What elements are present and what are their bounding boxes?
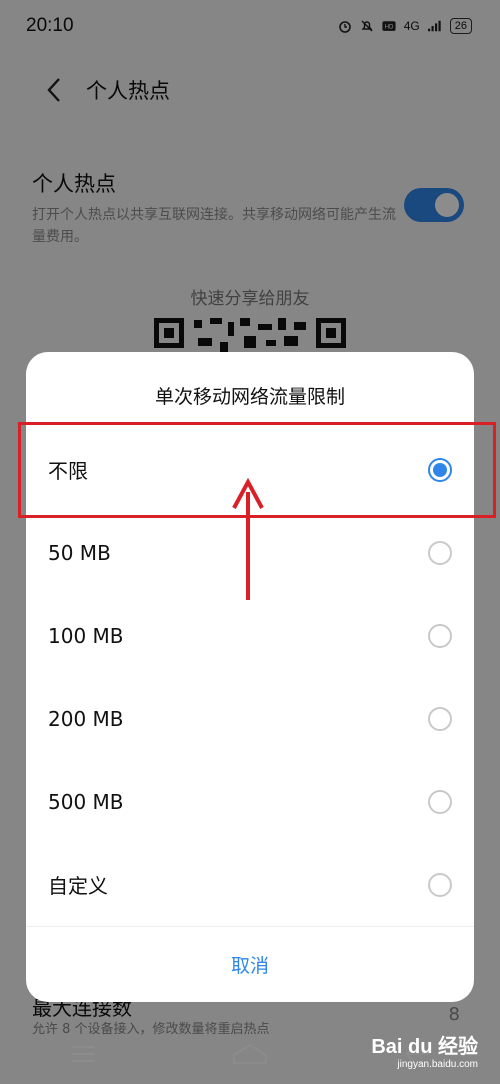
radio-icon[interactable]: [428, 706, 452, 731]
annotation-arrow-icon: [232, 478, 264, 600]
radio-icon[interactable]: [428, 540, 452, 565]
option-500mb[interactable]: 500 MB: [26, 760, 474, 843]
baidu-watermark: Bai du 经验 jingyan.baidu.com: [371, 1030, 478, 1070]
option-label: 100 MB: [48, 623, 124, 648]
option-label: 500 MB: [48, 789, 124, 814]
option-custom[interactable]: 自定义: [26, 843, 474, 926]
dialog-title: 单次移动网络流量限制: [154, 386, 345, 408]
dialog-divider: [26, 926, 474, 927]
radio-icon[interactable]: [428, 872, 452, 897]
hotspot-settings-page: 20:10 HD 4G 26 个人热点 个人热点 打开个人热点以共享互联网连接。…: [0, 0, 500, 1084]
watermark-brand: Bai du 经验: [371, 1036, 478, 1058]
watermark-url: jingyan.baidu.com: [397, 1059, 478, 1070]
radio-icon[interactable]: [428, 789, 452, 814]
option-label: 50 MB: [48, 540, 111, 565]
option-label: 200 MB: [48, 706, 124, 731]
cancel-button[interactable]: 取消: [26, 934, 474, 994]
option-100mb[interactable]: 100 MB: [26, 594, 474, 677]
radio-icon[interactable]: [428, 623, 452, 648]
option-label: 自定义: [48, 874, 108, 898]
option-200mb[interactable]: 200 MB: [26, 677, 474, 760]
